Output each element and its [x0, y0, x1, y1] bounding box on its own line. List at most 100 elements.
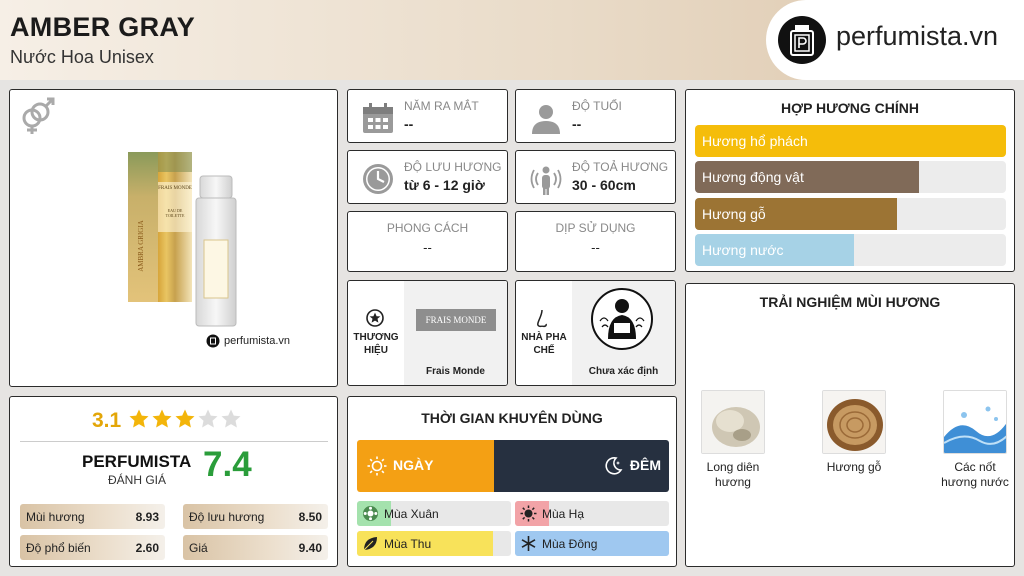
release-year-card: NĂM RA MẮT --	[347, 89, 508, 143]
day-bar: NGÀY	[357, 440, 494, 492]
occasion-card: DỊP SỬ DỤNG --	[515, 211, 676, 272]
style-label: PHONG CÁCH	[386, 221, 469, 235]
box-side-text: AMBRA GRIGIA	[137, 220, 145, 272]
age-value: --	[572, 116, 582, 132]
perfumer-name: Chưa xác định	[588, 366, 659, 377]
season-label: Mùa Hạ	[542, 507, 585, 521]
perfumer-icon	[590, 287, 654, 356]
accord-row: Hương động vật	[695, 161, 1006, 193]
star-empty-icon	[198, 409, 218, 428]
season-row: Mùa Đông	[515, 531, 669, 556]
accord-row: Hương hổ phách	[695, 125, 1006, 157]
longevity-card: ĐỘ LƯU HƯƠNG từ 6 - 12 giờ	[347, 150, 508, 204]
experience-wood-line1: Hương gỗ	[826, 460, 882, 474]
night-label: ĐÊM	[629, 457, 661, 473]
perfume-title: AMBER GRAY	[10, 12, 196, 42]
experience-ambergris[interactable]: Long diên hương	[693, 390, 773, 490]
stat-popularity-label: Độ phổ biến	[26, 541, 91, 555]
season-row: Mùa Thu	[357, 531, 511, 556]
experience-aquatic-line2: hương nước	[941, 475, 1009, 489]
occasion-value: --	[591, 240, 600, 255]
scent-experience-card: TRẢI NGHIỆM MÙI HƯƠNG Long diên hương Hươ…	[685, 283, 1015, 567]
water-image	[943, 390, 1007, 454]
experience-aquatic-line1: Các nốt	[954, 460, 996, 474]
release-year-value: --	[404, 116, 414, 132]
brand-logo-text: FRAIS MONDE	[425, 315, 487, 325]
perfumista-name: PERFUMISTA	[82, 452, 192, 471]
brand-label-line2: HIỆU	[364, 345, 388, 356]
perfume-subtitle: Nước Hoa Unisex	[10, 47, 154, 67]
experience-ambergris-line2: hương	[715, 475, 751, 489]
occasion-label: DỊP SỬ DỤNG	[555, 221, 636, 235]
perfume-bottle-icon	[778, 16, 826, 64]
user-rating-score: 3.1	[92, 409, 122, 432]
perfumer-label-line1: NHÀ PHA	[521, 332, 567, 343]
sillage-card: ĐỘ TOẢ HƯƠNG 30 - 60cm	[515, 150, 676, 204]
stat-scent-label: Mùi hương	[26, 510, 85, 524]
age-label: ĐỘ TUỔI	[572, 99, 622, 113]
brand-card[interactable]: THƯƠNG HIỆU FRAIS MONDE Frais Monde	[347, 280, 508, 386]
watermark-logo-icon	[206, 334, 220, 348]
rating-card: 3.1 PERFUMISTA ĐÁNH GIÁ 7.4 Mùi hương 8.…	[9, 396, 338, 567]
accord-row: Hương nước	[695, 234, 1006, 266]
autumn-leaf-icon	[363, 537, 377, 551]
star-filled-icon	[129, 409, 149, 428]
sillage-person-icon	[528, 161, 564, 197]
stat-longevity: Độ lưu hương 8.50	[183, 504, 328, 529]
star-filled-icon	[152, 409, 172, 428]
accords-card: HỢP HƯƠNG CHÍNH Hương hổ phách Hương động…	[685, 89, 1015, 272]
recommended-time-card: THỜI GIAN KHUYÊN DÙNG NGÀY ĐÊM Mùa Xuân M…	[347, 396, 677, 567]
accords-title: HỢP HƯƠNG CHÍNH	[781, 100, 919, 116]
stat-popularity-value: 2.60	[135, 541, 159, 555]
experience-title: TRẢI NGHIỆM MÙI HƯƠNG	[759, 294, 941, 310]
perfumer-card[interactable]: NHÀ PHA CHẾ Chưa xác định	[515, 280, 676, 386]
longevity-value: từ 6 - 12 giờ	[404, 177, 485, 193]
brand-name: Frais Monde	[426, 366, 485, 377]
star-empty-icon	[221, 409, 241, 428]
box-type-text: EAU DE TOILETTE	[165, 208, 185, 218]
stat-price-value: 9.40	[298, 541, 322, 555]
stat-price-label: Giá	[189, 541, 208, 555]
stat-price: Giá 9.40	[183, 535, 328, 560]
release-year-label: NĂM RA MẮT	[404, 99, 479, 113]
experience-aquatic[interactable]: Các nốt hương nước	[935, 390, 1015, 490]
accord-label: Hương gỗ	[702, 206, 766, 222]
rating-divider	[20, 441, 328, 442]
stat-longevity-value: 8.50	[298, 510, 322, 524]
rating-stars	[128, 408, 242, 430]
watermark-text: perfumista.vn	[224, 335, 291, 347]
accord-label: Hương động vật	[702, 169, 804, 185]
star-badge-icon	[366, 309, 384, 332]
experience-wood[interactable]: Hương gỗ	[814, 390, 894, 475]
experience-ambergris-line1: Long diên	[706, 460, 760, 474]
day-label: NGÀY	[393, 457, 434, 473]
page-header: AMBER GRAY Nước Hoa Unisex perfumista.vn	[0, 0, 1024, 80]
season-label: Mùa Xuân	[384, 507, 439, 521]
season-row: Mùa Xuân	[357, 501, 511, 526]
season-label: Mùa Đông	[542, 537, 598, 551]
perfumista-subtitle: ĐÁNH GIÁ	[108, 473, 167, 487]
season-row: Mùa Hạ	[515, 501, 669, 526]
longevity-label: ĐỘ LƯU HƯƠNG	[404, 160, 502, 174]
product-card: FRAIS MONDE EAU DE TOILETTE AMBRA GRIGIA…	[9, 89, 338, 387]
moon-icon	[605, 457, 623, 475]
ambergris-image	[701, 390, 765, 454]
sillage-value: 30 - 60cm	[572, 177, 636, 193]
site-logo[interactable]: perfumista.vn	[766, 0, 1024, 80]
logo-text: perfumista.vn	[836, 21, 999, 51]
wood-image	[822, 390, 886, 454]
stat-scent-value: 8.93	[135, 510, 159, 524]
star-filled-icon	[175, 409, 195, 428]
product-image: FRAIS MONDE EAU DE TOILETTE AMBRA GRIGIA	[120, 146, 240, 332]
time-title: THỜI GIAN KHUYÊN DÙNG	[421, 410, 603, 426]
accord-row: Hương gỗ	[695, 198, 1006, 230]
clock-icon	[360, 161, 396, 197]
stat-scent: Mùi hương 8.93	[20, 504, 165, 529]
image-watermark: perfumista.vn	[206, 334, 290, 348]
age-card: ĐỘ TUỔI --	[515, 89, 676, 143]
style-card: PHONG CÁCH --	[347, 211, 508, 272]
perfumista-score: 7.4	[203, 445, 252, 484]
unisex-icon	[18, 96, 56, 141]
brand-logo[interactable]: FRAIS MONDE	[416, 309, 496, 331]
stat-longevity-label: Độ lưu hương	[189, 510, 265, 524]
